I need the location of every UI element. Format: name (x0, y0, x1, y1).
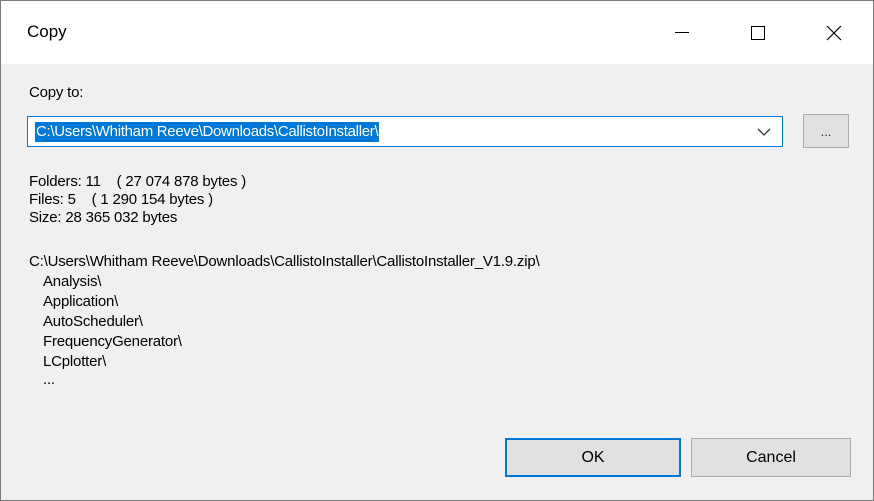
list-item: ... (43, 371, 55, 388)
list-item: AutoScheduler\ (43, 313, 143, 330)
close-button[interactable] (805, 1, 863, 64)
list-item: Analysis\ (43, 273, 102, 290)
window-title: Copy (27, 22, 67, 41)
minimize-button[interactable] (653, 1, 711, 64)
minimize-icon (675, 32, 689, 33)
files-stat: Files: 5 ( 1 290 154 bytes ) (29, 191, 213, 208)
list-item: FrequencyGenerator\ (43, 333, 182, 350)
title-bar[interactable]: Copy (1, 1, 873, 64)
dialog-body: Copy to: C:\Users\Whitham Reeve\Download… (1, 64, 873, 500)
chevron-down-icon[interactable] (756, 124, 772, 140)
folders-stat: Folders: 11 ( 27 074 878 bytes ) (29, 173, 247, 190)
ok-button[interactable]: OK (505, 438, 681, 477)
copy-to-label: Copy to: (29, 84, 84, 101)
maximize-icon (751, 25, 765, 40)
destination-path-combobox[interactable]: C:\Users\Whitham Reeve\Downloads\Callist… (27, 116, 783, 147)
list-item: LCplotter\ (43, 353, 107, 370)
list-item: Application\ (43, 293, 119, 310)
size-stat: Size: 28 365 032 bytes (29, 209, 178, 226)
destination-path-input[interactable]: C:\Users\Whitham Reeve\Downloads\Callist… (35, 122, 380, 142)
browse-button[interactable]: ... (803, 114, 849, 148)
source-path: C:\Users\Whitham Reeve\Downloads\Callist… (29, 253, 540, 270)
close-icon (826, 25, 842, 40)
cancel-button[interactable]: Cancel (691, 438, 851, 477)
copy-dialog: Copy Copy to: C:\Users\Whitham Reeve\Dow… (0, 0, 874, 501)
maximize-button[interactable] (729, 1, 787, 64)
